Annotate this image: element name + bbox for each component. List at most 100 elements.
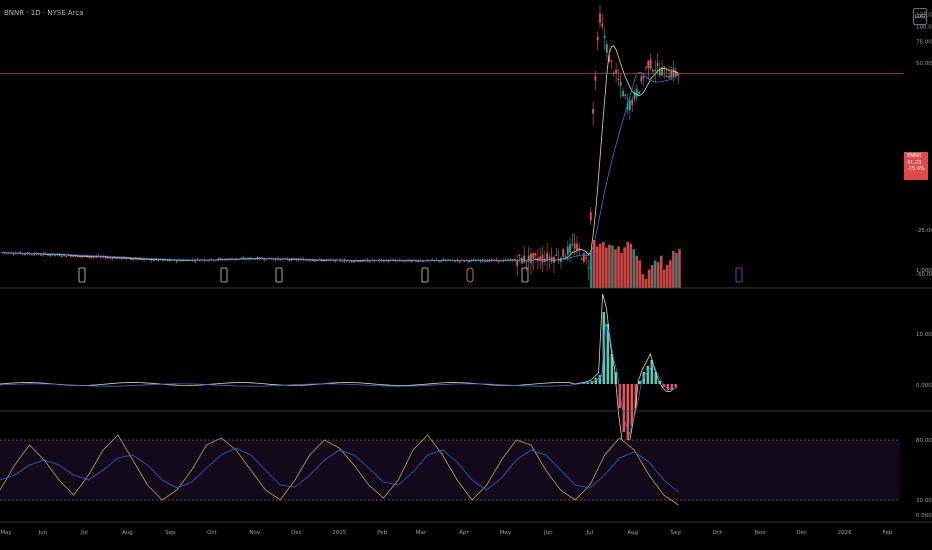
candle-body (175, 260, 178, 262)
macd-axis-tick: 10.00 (916, 332, 932, 338)
time-axis-tick: Sep (165, 530, 176, 536)
volume-bar (659, 255, 663, 288)
candle-body (304, 259, 307, 261)
time-axis-tick: Sep (671, 530, 682, 536)
candle-body (647, 60, 650, 69)
macd-histogram-bar (646, 366, 650, 384)
event-marker (78, 267, 86, 283)
time-axis-tick: 2025 (332, 530, 346, 536)
candle-body (210, 258, 213, 260)
time-axis-tick: Jun (543, 530, 553, 536)
volume-bar (641, 274, 645, 288)
event-marker (735, 267, 743, 283)
volume-bar (638, 260, 642, 288)
symbol-title: BNNR · 1D · NYSE Arca (4, 9, 84, 17)
candle-body (65, 256, 68, 258)
candle-body (104, 257, 107, 259)
candle-body (516, 260, 519, 266)
macd-histogram-bar (626, 384, 630, 444)
candle-body (311, 260, 314, 262)
volume-pane (78, 240, 743, 288)
candle-body (484, 261, 486, 263)
candle-body (562, 249, 565, 257)
candle-body (60, 255, 63, 257)
time-axis-tick: Mar (416, 530, 427, 536)
time-axis-tick: Nov (755, 530, 766, 536)
candle-body (534, 253, 537, 256)
candle-body (422, 261, 424, 263)
time-axis-tick: Apr (459, 530, 469, 536)
volume-bar (644, 278, 648, 288)
event-marker (220, 267, 228, 283)
volume-bar (611, 245, 614, 288)
macd-histogram-bar (598, 375, 602, 384)
time-axis-tick: May (500, 530, 512, 536)
candle-body (573, 243, 576, 249)
candle-body (640, 76, 643, 82)
candle-body (564, 256, 567, 258)
candle-body (72, 256, 75, 258)
candle-body (649, 59, 652, 69)
candle-body (652, 69, 654, 72)
candle-body (619, 81, 622, 86)
candle-body (594, 76, 597, 81)
time-axis-tick: Jul (80, 530, 88, 536)
candle-body (663, 66, 666, 68)
volume-bar (653, 260, 657, 288)
volume-bar (617, 246, 620, 288)
candle-body (617, 78, 620, 80)
volume-bar (672, 251, 675, 288)
candle-body (606, 44, 608, 53)
volume-bar (629, 243, 633, 288)
price-axis-tick: 100.00 (916, 24, 932, 30)
time-axis-tick: Jul (586, 530, 594, 536)
candle-body (592, 109, 594, 114)
candle-body (622, 90, 624, 97)
candle-body (638, 91, 640, 95)
time-axis-tick: Oct (207, 530, 217, 536)
volume-bar (678, 249, 681, 288)
candle-body (658, 69, 661, 76)
event-marker (275, 267, 283, 283)
candle-body (523, 255, 525, 263)
candle-body (111, 257, 114, 259)
time-axis-tick: Dec (291, 530, 302, 536)
candle-body (309, 260, 312, 262)
time-axis-tick: Aug (122, 530, 133, 536)
candle-body (599, 13, 601, 23)
time-axis-tick: Dec (796, 530, 807, 536)
candle-body (307, 260, 309, 262)
candle-body (88, 256, 91, 258)
candle-body (525, 261, 528, 263)
candle-body (587, 267, 590, 269)
candle-body (530, 253, 532, 264)
stochastic-pane (0, 434, 900, 506)
candle-body (583, 253, 585, 262)
log-scale-button[interactable]: LOG (913, 8, 927, 25)
candle-body (569, 244, 571, 253)
candle-body (40, 254, 42, 256)
candle-body (387, 260, 390, 262)
price-tag-change: -15.4% (907, 166, 925, 172)
ma-fast-line (1, 45, 679, 262)
volume-bar (595, 246, 599, 288)
candle-body (635, 88, 638, 97)
macd-signal-line (0, 323, 678, 436)
macd-line (0, 293, 675, 460)
candle-body (555, 254, 558, 256)
candle-body (382, 260, 385, 262)
candle-body (629, 100, 631, 111)
candle-body (93, 256, 95, 258)
candle-body (532, 253, 535, 259)
volume-bar (650, 264, 654, 288)
time-axis-tick: Aug (627, 530, 638, 536)
candle-body (670, 71, 673, 78)
volume-bar (608, 244, 611, 288)
event-marker (421, 267, 429, 283)
volume-bar (647, 269, 651, 288)
event-marker (466, 267, 474, 283)
macd-axis-tick: 0.000 (916, 383, 932, 389)
candle-body (33, 254, 36, 256)
candle-body (341, 261, 344, 263)
candle-body (672, 68, 675, 77)
